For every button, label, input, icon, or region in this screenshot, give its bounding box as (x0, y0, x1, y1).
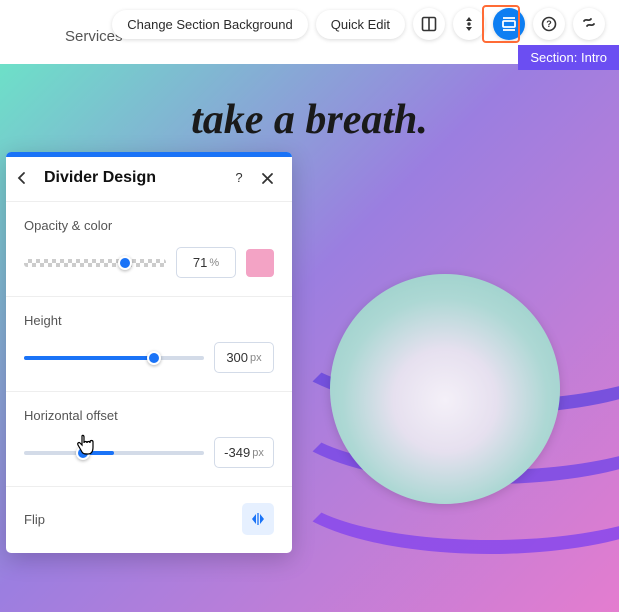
offset-value-input[interactable]: -349 px (214, 437, 274, 468)
svg-text:?: ? (235, 171, 242, 185)
lotus-image[interactable] (330, 274, 560, 504)
offset-section: Horizontal offset -349 px (6, 392, 292, 487)
opacity-section: Opacity & color 71 % (6, 202, 292, 297)
close-icon[interactable] (256, 172, 278, 185)
animation-icon[interactable] (573, 8, 605, 40)
editor-stage: Change Section Background Quick Edit ? S… (0, 0, 619, 612)
height-label: Height (24, 313, 274, 328)
panel-help-icon[interactable]: ? (228, 171, 250, 185)
change-section-background-button[interactable]: Change Section Background (112, 10, 308, 39)
back-icon[interactable] (16, 171, 34, 185)
height-section: Height 300 px (6, 297, 292, 392)
quick-edit-button[interactable]: Quick Edit (316, 10, 405, 39)
flip-label: Flip (24, 512, 45, 527)
height-value-input[interactable]: 300 px (214, 342, 274, 373)
scroll-effects-icon[interactable] (453, 8, 485, 40)
opacity-slider[interactable] (24, 254, 166, 272)
layout-icon[interactable] (413, 8, 445, 40)
panel-title: Divider Design (44, 169, 222, 187)
flip-button[interactable] (242, 503, 274, 535)
offset-slider[interactable] (24, 444, 204, 462)
stretch-icon[interactable] (493, 8, 525, 40)
color-swatch[interactable] (246, 249, 274, 277)
flip-section: Flip (6, 487, 292, 553)
offset-label: Horizontal offset (24, 408, 274, 423)
height-slider[interactable] (24, 349, 204, 367)
panel-header: Divider Design ? (6, 157, 292, 202)
headline-text[interactable]: take a breath. (0, 96, 619, 144)
help-icon[interactable]: ? (533, 8, 565, 40)
svg-text:?: ? (546, 19, 552, 29)
opacity-value-input[interactable]: 71 % (176, 247, 236, 278)
section-tag: Section: Intro (518, 45, 619, 70)
opacity-label: Opacity & color (24, 218, 274, 233)
top-toolbar: Change Section Background Quick Edit ? (112, 8, 605, 40)
divider-design-panel: Divider Design ? Opacity & color 71 % (6, 152, 292, 553)
